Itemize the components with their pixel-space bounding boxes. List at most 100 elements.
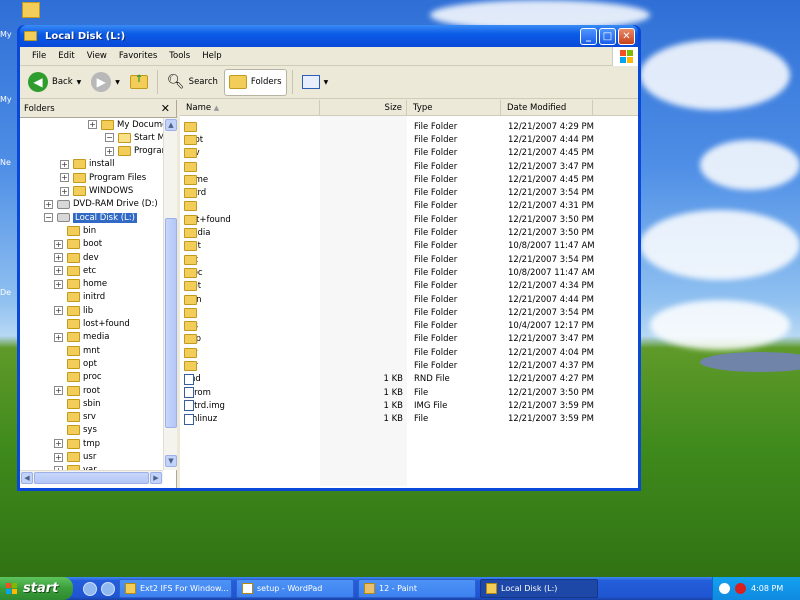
back-button[interactable]: ◀ Back ▼ bbox=[24, 69, 85, 96]
tree-item[interactable]: bin bbox=[54, 224, 96, 237]
taskbar-item[interactable]: Ext2 IFS For Window... bbox=[119, 579, 232, 598]
tree-item[interactable]: + WINDOWS bbox=[60, 185, 133, 198]
tree-item[interactable]: proc bbox=[54, 371, 102, 384]
expand-icon[interactable]: + bbox=[54, 452, 63, 462]
taskbar-item[interactable]: setup - WordPad bbox=[236, 579, 354, 598]
file-row[interactable]: media File Folder 12/21/2007 3:50 PM bbox=[180, 226, 638, 239]
tree-item[interactable]: + etc bbox=[54, 264, 96, 277]
tree-item[interactable]: + Program Files bbox=[60, 171, 146, 184]
tree-item[interactable]: − Local Disk (L:) bbox=[44, 211, 137, 224]
tree-item[interactable]: lost+found bbox=[54, 318, 130, 331]
column-header-type[interactable]: Type bbox=[407, 100, 501, 115]
close-pane-button[interactable]: ✕ bbox=[161, 102, 170, 115]
file-row[interactable]: dev File Folder 12/21/2007 4:45 PM bbox=[180, 147, 638, 160]
dropdown-arrow-icon[interactable]: ▼ bbox=[115, 79, 120, 86]
file-row[interactable]: .rnd 1 KB RND File 12/21/2007 4:27 PM bbox=[180, 373, 638, 386]
maximize-button[interactable]: □ bbox=[599, 27, 616, 45]
file-row[interactable]: usr File Folder 12/21/2007 4:04 PM bbox=[180, 346, 638, 359]
file-row[interactable]: var File Folder 12/21/2007 4:37 PM bbox=[180, 359, 638, 372]
file-row[interactable]: tmp File Folder 12/21/2007 3:47 PM bbox=[180, 333, 638, 346]
desktop-icon-label[interactable]: De bbox=[0, 288, 11, 297]
tree-item[interactable]: + root bbox=[54, 384, 100, 397]
tree-item[interactable]: + boot bbox=[54, 238, 102, 251]
file-row[interactable]: initrd.img 1 KB IMG File 12/21/2007 3:59 PM bbox=[180, 399, 638, 412]
file-row[interactable]: sys File Folder 10/4/2007 12:17 PM bbox=[180, 320, 638, 333]
forward-button[interactable]: ▶ ▼ bbox=[87, 69, 124, 96]
expand-icon[interactable]: + bbox=[54, 439, 63, 449]
quick-launch-icon[interactable] bbox=[101, 581, 115, 596]
tree-item[interactable]: + usr bbox=[54, 451, 96, 464]
up-folder-button[interactable]: ↑ bbox=[126, 69, 152, 96]
tray-icon[interactable] bbox=[719, 583, 730, 594]
tree-item[interactable]: initrd bbox=[54, 291, 105, 304]
security-alert-icon[interactable] bbox=[735, 583, 746, 594]
menu-tools[interactable]: Tools bbox=[163, 51, 196, 61]
menu-file[interactable]: File bbox=[26, 51, 52, 61]
file-row[interactable]: sbin File Folder 12/21/2007 4:44 PM bbox=[180, 293, 638, 306]
folders-button[interactable]: Folders bbox=[223, 68, 287, 96]
minimize-button[interactable]: _ bbox=[580, 27, 597, 45]
expand-icon[interactable]: + bbox=[54, 279, 63, 289]
menu-view[interactable]: View bbox=[81, 51, 113, 61]
expand-icon[interactable]: + bbox=[60, 159, 69, 169]
file-row[interactable]: home File Folder 12/21/2007 4:45 PM bbox=[180, 173, 638, 186]
file-row[interactable]: srv File Folder 12/21/2007 3:54 PM bbox=[180, 306, 638, 319]
expand-icon[interactable]: + bbox=[88, 120, 97, 129]
scroll-up-button[interactable]: ▲ bbox=[165, 119, 177, 131]
title-bar[interactable]: Local Disk (L:) _ □ ✕ bbox=[20, 25, 638, 47]
start-button[interactable]: start bbox=[0, 577, 73, 600]
file-row[interactable]: opt File Folder 12/21/2007 3:54 PM bbox=[180, 253, 638, 266]
desktop-icon-label[interactable]: My bbox=[0, 30, 12, 39]
tree-item[interactable]: + dev bbox=[54, 251, 99, 264]
tree-item[interactable]: − Start Menu bbox=[105, 131, 163, 144]
expand-icon[interactable]: + bbox=[44, 199, 53, 209]
file-row[interactable]: cdrom 1 KB File 12/21/2007 3:50 PM bbox=[180, 386, 638, 399]
file-row[interactable]: bin File Folder 12/21/2007 4:29 PM bbox=[180, 120, 638, 133]
expand-icon[interactable]: + bbox=[54, 239, 63, 249]
column-header-size[interactable]: Size bbox=[320, 100, 407, 115]
desktop-icon-label[interactable]: Ne bbox=[0, 158, 11, 167]
file-row[interactable]: lost+found File Folder 12/21/2007 3:50 PM bbox=[180, 213, 638, 226]
tree-item[interactable]: mnt bbox=[54, 344, 100, 357]
desktop-folder-icon[interactable] bbox=[22, 2, 40, 18]
expand-icon[interactable]: + bbox=[54, 386, 63, 395]
expand-icon[interactable]: + bbox=[54, 253, 63, 262]
tree-item[interactable]: + media bbox=[54, 331, 109, 344]
expand-icon[interactable]: + bbox=[54, 332, 63, 342]
clock[interactable]: 4:08 PM bbox=[751, 584, 783, 593]
file-row[interactable]: etc File Folder 12/21/2007 3:47 PM bbox=[180, 160, 638, 173]
file-row[interactable]: vmlinuz 1 KB File 12/21/2007 3:59 PM bbox=[180, 413, 638, 426]
scroll-left-button[interactable]: ◀ bbox=[21, 472, 33, 484]
tree-horizontal-scrollbar[interactable]: ◀ ▶ bbox=[20, 470, 163, 484]
expand-icon[interactable]: + bbox=[60, 173, 69, 183]
search-button[interactable]: 🔍︎ Search bbox=[163, 69, 222, 96]
views-button[interactable]: ▼ bbox=[298, 69, 333, 96]
tree-item[interactable]: + lib bbox=[54, 304, 93, 317]
file-row[interactable]: root File Folder 12/21/2007 4:34 PM bbox=[180, 280, 638, 293]
tree-item[interactable]: + install bbox=[60, 158, 114, 171]
expand-icon[interactable]: + bbox=[54, 306, 63, 316]
tree-vertical-scrollbar[interactable]: ▲ ▼ bbox=[163, 118, 177, 470]
quick-launch-icon[interactable] bbox=[83, 581, 97, 596]
close-button[interactable]: ✕ bbox=[618, 27, 635, 45]
tree-item[interactable]: + My Documents bbox=[88, 118, 163, 131]
scroll-right-button[interactable]: ▶ bbox=[150, 472, 162, 484]
menu-favorites[interactable]: Favorites bbox=[113, 51, 163, 61]
desktop-icon-label[interactable]: My bbox=[0, 95, 12, 104]
expand-icon[interactable]: + bbox=[105, 146, 114, 156]
column-header-name[interactable]: Name ▲ bbox=[180, 100, 320, 115]
taskbar-item[interactable]: 12 - Paint bbox=[358, 579, 476, 598]
tree-item[interactable]: + home bbox=[54, 278, 107, 291]
expand-icon[interactable]: + bbox=[60, 186, 69, 196]
scroll-thumb[interactable] bbox=[165, 218, 177, 428]
tree-item[interactable]: opt bbox=[54, 357, 97, 370]
tree-item[interactable]: + tmp bbox=[54, 437, 100, 450]
tree-item[interactable]: sbin bbox=[54, 397, 101, 410]
collapse-icon[interactable]: − bbox=[105, 133, 114, 143]
tree-item[interactable]: srv bbox=[54, 411, 96, 424]
expand-icon[interactable]: + bbox=[54, 266, 63, 276]
dropdown-arrow-icon[interactable]: ▼ bbox=[324, 79, 329, 86]
menu-help[interactable]: Help bbox=[196, 51, 227, 61]
column-header-date[interactable]: Date Modified bbox=[501, 100, 593, 115]
file-row[interactable]: lib File Folder 12/21/2007 4:31 PM bbox=[180, 200, 638, 213]
